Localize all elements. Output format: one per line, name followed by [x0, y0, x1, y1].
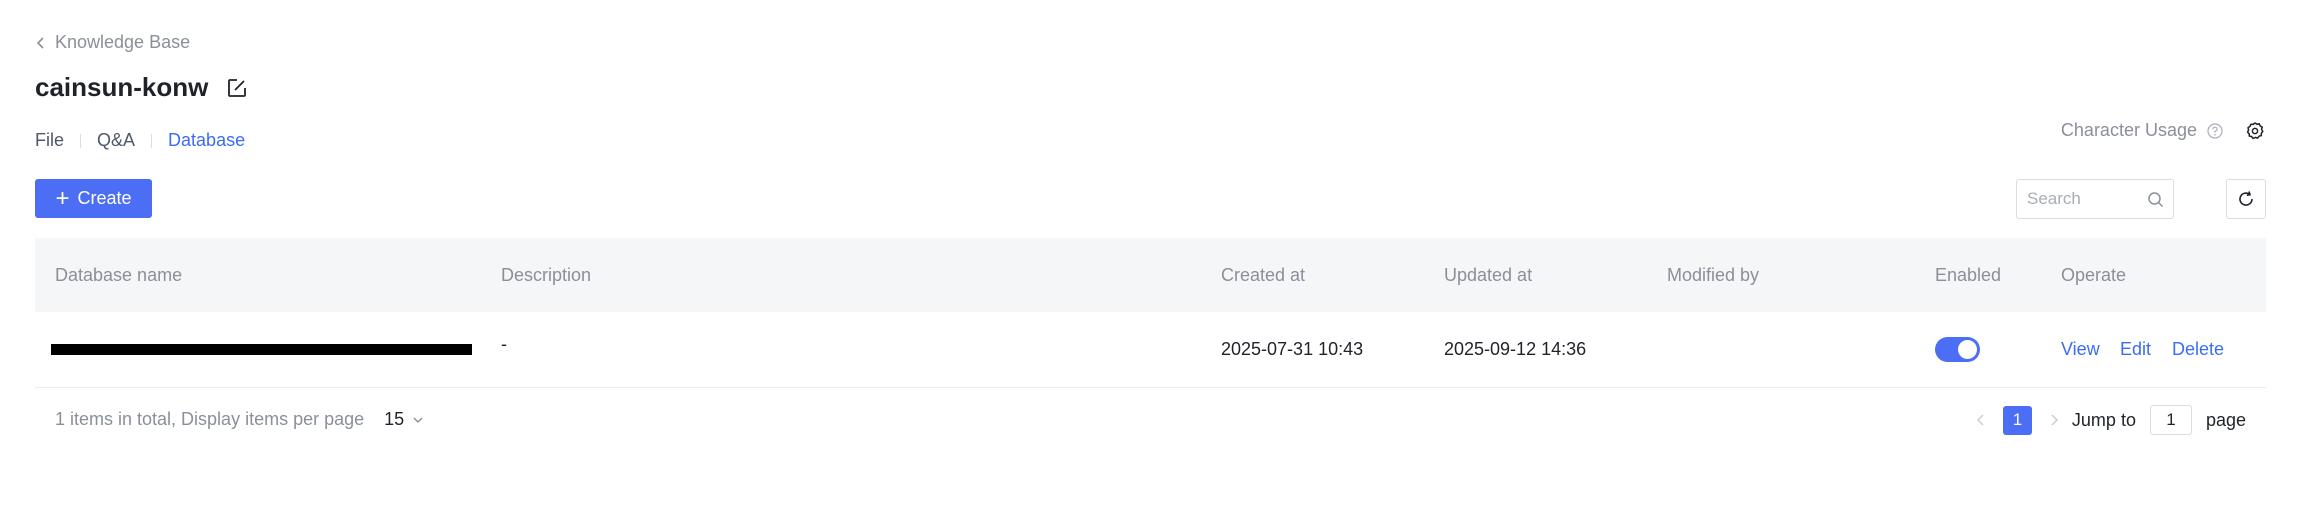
table-row: - 2025-07-31 10:43 2025-09-12 14:36 View… [35, 312, 2266, 388]
enabled-toggle[interactable] [1935, 337, 1980, 362]
character-usage-label: Character Usage [2060, 120, 2197, 140]
help-icon[interactable] [2207, 122, 2223, 139]
search-input[interactable] [2027, 189, 2147, 209]
back-to-knowledge-base[interactable]: Knowledge Base [35, 32, 190, 53]
prev-page-button[interactable] [1971, 410, 1991, 430]
column-header-database-name: Database name [55, 264, 183, 285]
pager: 1 Jump to page [1971, 402, 2246, 438]
toggle-knob [1958, 340, 1977, 359]
row-updated-at: 2025-09-12 14:36 [1444, 339, 1587, 359]
edit-link[interactable]: Edit [2120, 339, 2151, 360]
chevron-left-icon [36, 36, 44, 49]
total-info: 1 items in total, Display items per page… [55, 409, 424, 430]
page-title: cainsun-konw [35, 72, 209, 102]
tab-divider [80, 133, 82, 148]
chevron-right-icon [2051, 414, 2058, 426]
page-size-value: 15 [384, 409, 405, 429]
total-text: 1 items in total, Display items per page [55, 409, 365, 429]
page-size-select[interactable]: 15 [384, 409, 424, 430]
refresh-icon [2239, 191, 2253, 206]
row-created-at: 2025-07-31 10:43 [1221, 339, 1364, 359]
create-button[interactable]: + Create [35, 179, 152, 218]
jump-to-input[interactable] [2149, 405, 2192, 435]
next-page-button[interactable] [2044, 410, 2064, 430]
gear-icon[interactable] [2245, 121, 2265, 141]
column-header-description: Description [501, 264, 592, 285]
database-table: Database name Description Created at Upd… [35, 238, 2266, 388]
column-header-operate: Operate [2061, 264, 2127, 285]
search-icon[interactable] [2147, 191, 2164, 208]
jump-to-label: Jump to [2071, 409, 2136, 430]
redacted-database-name [51, 344, 472, 355]
create-button-label: Create [77, 188, 132, 208]
column-header-modified-by: Modified by [1667, 264, 1760, 285]
pagination-bar: 1 items in total, Display items per page… [35, 402, 2266, 438]
chevron-down-icon [413, 417, 423, 423]
column-header-enabled: Enabled [1935, 264, 2002, 285]
row-description: - [501, 334, 507, 354]
chevron-left-icon [1976, 414, 1984, 426]
tab-bar: File Q&A Database [35, 130, 245, 151]
refresh-button[interactable] [2226, 179, 2266, 219]
tab-database[interactable]: Database [168, 130, 245, 151]
tab-qa[interactable]: Q&A [97, 130, 135, 151]
column-header-updated-at: Updated at [1444, 264, 1533, 285]
plus-icon: + [55, 184, 70, 212]
column-header-created-at: Created at [1221, 264, 1306, 285]
character-usage: Character Usage [2061, 120, 2265, 141]
breadcrumb-label: Knowledge Base [55, 32, 191, 52]
page-label: page [2205, 409, 2246, 430]
tab-file[interactable]: File [35, 130, 64, 151]
page-header: cainsun-konw [35, 72, 248, 103]
page-number-current[interactable]: 1 [2002, 405, 2032, 435]
search-box [2016, 179, 2174, 219]
delete-link[interactable]: Delete [2172, 339, 2224, 360]
table-header: Database name Description Created at Upd… [35, 238, 2266, 312]
tab-divider [151, 133, 153, 148]
view-link[interactable]: View [2061, 339, 2100, 360]
edit-icon[interactable] [226, 77, 248, 99]
